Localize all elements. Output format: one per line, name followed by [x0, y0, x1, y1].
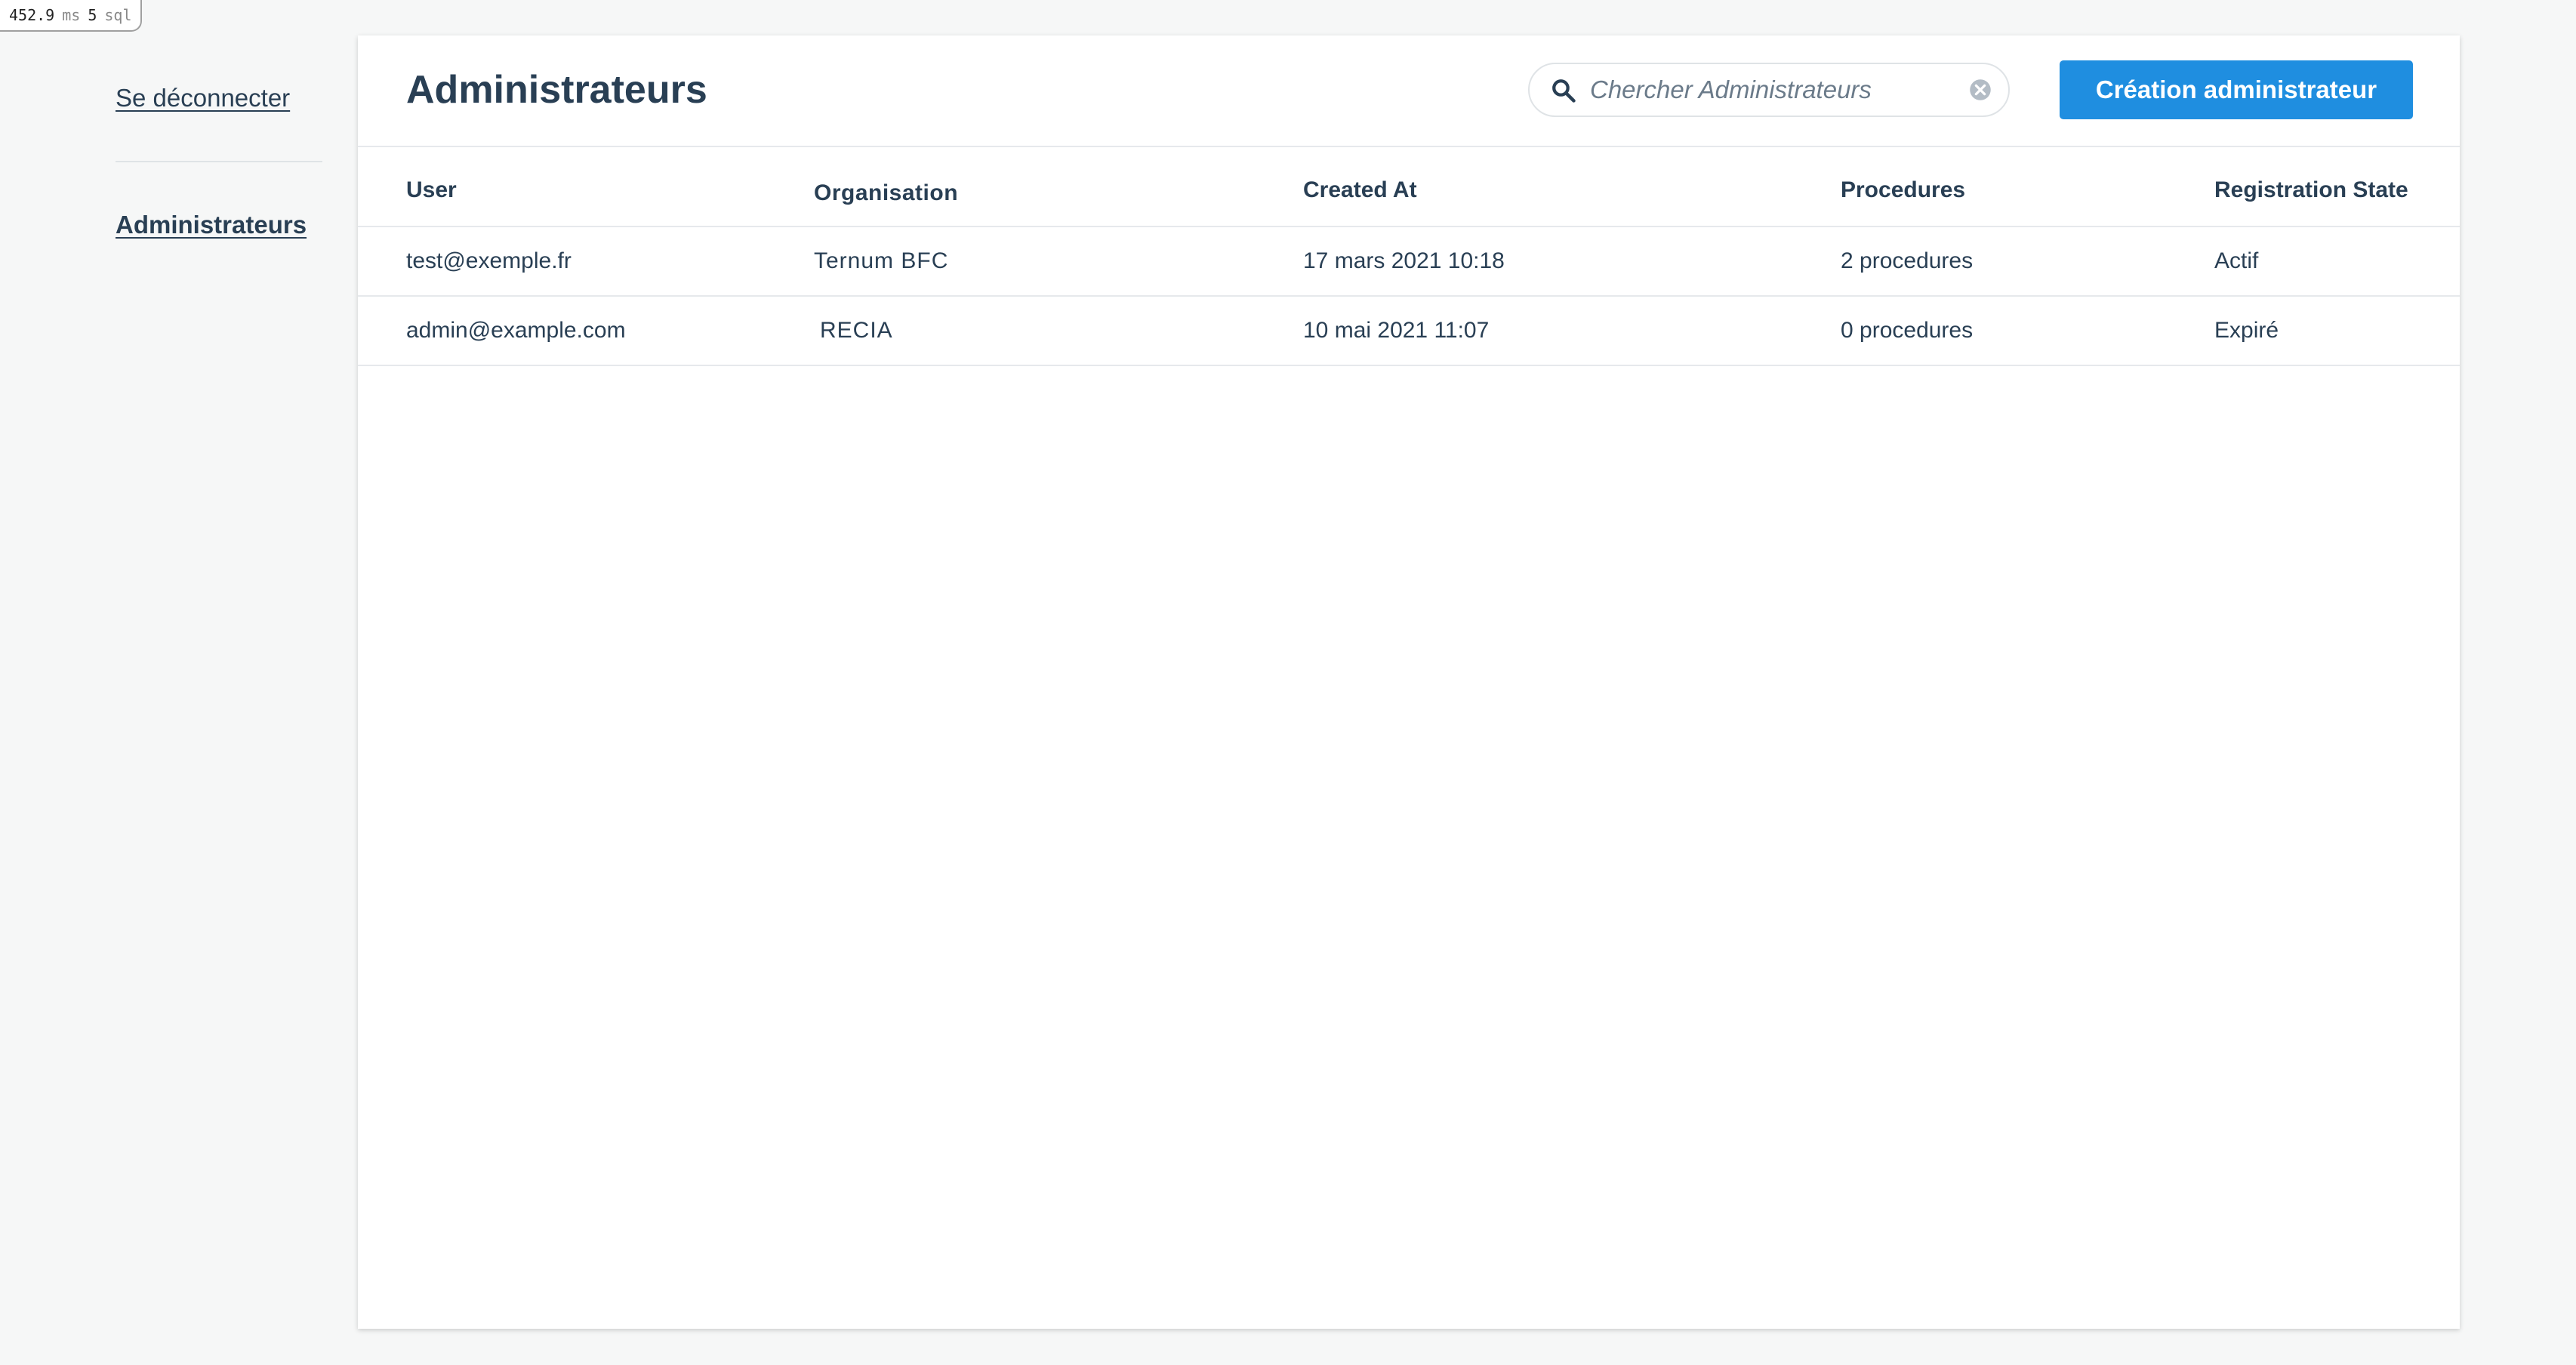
cell-user: admin@example.com	[406, 318, 626, 343]
search-input[interactable]	[1590, 64, 1945, 116]
create-administrator-button[interactable]: Création administrateur	[2060, 60, 2413, 119]
profiler-badge[interactable]: 452.9 ms 5 sql	[0, 0, 143, 32]
column-header-registration-state[interactable]: Registration State	[2214, 177, 2408, 203]
cell-created-at: 17 mars 2021 10:18	[1303, 248, 1505, 273]
search-icon	[1552, 79, 1576, 103]
cell-procedures: 2 procedures	[1841, 248, 1974, 273]
cell-organisation: Ternum BFC	[814, 248, 949, 273]
main-panel: Administrateurs Création administrateur …	[358, 35, 2460, 1329]
cell-user: test@exemple.fr	[406, 248, 572, 273]
column-header-procedures[interactable]: Procedures	[1841, 177, 1965, 203]
profiler-sql-label: sql	[104, 6, 132, 24]
cell-organisation: RECIA	[820, 318, 893, 343]
sidebar-divider	[116, 161, 322, 162]
cell-procedures: 0 procedures	[1841, 318, 1974, 343]
page-title: Administrateurs	[406, 68, 707, 112]
panel-header: Administrateurs Création administrateur	[358, 35, 2460, 147]
profiler-sql-count: 5	[88, 6, 97, 24]
column-header-user[interactable]: User	[406, 177, 457, 203]
profiler-time-unit: ms	[62, 6, 81, 24]
search-box	[1528, 63, 2010, 117]
profiler-time: 452.9	[9, 6, 55, 24]
clear-search-icon[interactable]	[1969, 79, 1992, 101]
column-header-organisation[interactable]: Organisation	[814, 180, 958, 206]
administrators-table: User Organisation Created At Procedures …	[358, 147, 2460, 366]
sidebar-item-administrateurs[interactable]: Administrateurs	[116, 211, 307, 239]
column-header-created-at[interactable]: Created At	[1303, 177, 1417, 203]
cell-registration-state: Actif	[2214, 248, 2259, 273]
cell-created-at: 10 mai 2021 11:07	[1303, 318, 1490, 343]
cell-registration-state: Expiré	[2214, 318, 2279, 343]
logout-link[interactable]: Se déconnecter	[116, 84, 290, 112]
table-header-row: User Organisation Created At Procedures …	[358, 147, 2460, 227]
table-row[interactable]: test@exemple.fr Ternum BFC 17 mars 2021 …	[358, 227, 2460, 297]
table-row[interactable]: admin@example.com RECIA 10 mai 2021 11:0…	[358, 297, 2460, 366]
